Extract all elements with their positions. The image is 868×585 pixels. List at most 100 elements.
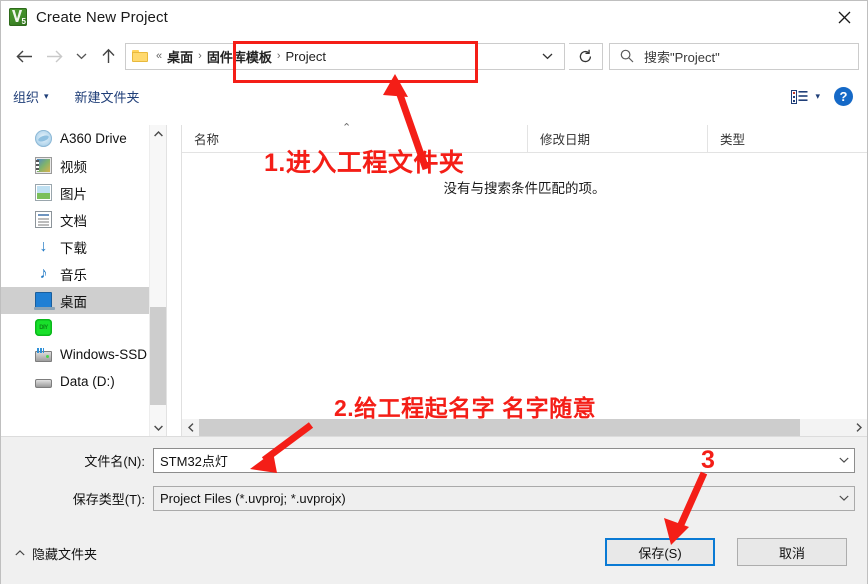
diy-green-drive-icon <box>35 319 52 336</box>
search-input[interactable]: 搜索"Project" <box>609 42 859 70</box>
hide-folders-label: 隐藏文件夹 <box>32 547 98 562</box>
scroll-down-arrow-icon[interactable] <box>150 419 166 436</box>
sidebar-item-label: A360 Drive <box>60 131 127 146</box>
sidebar-scrollbar-thumb[interactable] <box>150 307 166 405</box>
sort-ascending-icon: ⌃ <box>342 121 352 134</box>
chevron-up-icon <box>15 548 25 559</box>
column-header-row: 名称 ⌃ 修改日期 类型 <box>182 122 867 153</box>
create-new-project-dialog: Create New Project « 桌面 › 固件库模板 › P <box>0 0 868 584</box>
help-button[interactable]: ? <box>834 87 853 106</box>
scroll-up-arrow-icon[interactable] <box>150 125 166 142</box>
hscroll-right-arrow-icon[interactable] <box>850 419 867 436</box>
hscroll-left-arrow-icon[interactable] <box>182 419 199 436</box>
sidebar-item-data-d[interactable]: Data (D:) <box>1 368 165 395</box>
search-icon <box>620 49 634 63</box>
up-arrow-icon[interactable] <box>93 41 123 71</box>
column-header-type[interactable]: 类型 <box>707 124 847 153</box>
hard-drive-icon <box>35 379 52 388</box>
navigation-bar: « 桌面 › 固件库模板 › Project 搜索"Project" <box>1 33 867 79</box>
command-toolbar: 组织 ▾ 新建文件夹 ▾ ? <box>1 79 867 114</box>
videos-icon <box>35 157 52 174</box>
sidebar-item-label: 图片 <box>60 186 87 202</box>
file-save-form: 文件名(N): STM32点灯 保存类型(T): Project Files (… <box>1 436 867 527</box>
sidebar-item-pictures[interactable]: 图片 <box>1 179 165 206</box>
address-bar-right <box>532 44 562 69</box>
address-dropdown-chevron-icon[interactable] <box>532 44 562 69</box>
sidebar-vertical-scrollbar[interactable] <box>149 125 166 436</box>
sidebar-item-label: 视频 <box>60 159 87 175</box>
sidebar-item-label: 桌面 <box>60 294 87 310</box>
sidebar-item-windows-ssd[interactable]: Windows-SSD <box>1 341 165 368</box>
organize-button[interactable]: 组织 ▾ <box>13 87 49 106</box>
sidebar-item-label: 文档 <box>60 213 87 229</box>
column-header-date-label: 修改日期 <box>540 133 591 147</box>
address-bar-wrapper: « 桌面 › 固件库模板 › Project <box>125 42 565 70</box>
hscroll-track[interactable] <box>800 419 850 436</box>
keil-uvision5-icon <box>9 8 27 26</box>
breadcrumb-separator-1[interactable]: › <box>196 50 204 62</box>
sidebar-item-downloads[interactable]: ↓ 下载 <box>1 233 165 260</box>
column-header-name[interactable]: 名称 ⌃ <box>182 122 527 153</box>
documents-icon <box>35 211 52 228</box>
sidebar-splitter[interactable] <box>166 125 181 436</box>
hscroll-thumb[interactable] <box>199 419 800 436</box>
sidebar-item-a360-drive[interactable]: A360 Drive <box>1 125 165 152</box>
sidebar-item-diy-drive[interactable] <box>1 314 165 341</box>
address-overflow[interactable]: « <box>154 50 164 62</box>
view-layout-icon <box>791 89 808 104</box>
savetype-value: Project Files (*.uvproj; *.uvprojx) <box>160 490 346 506</box>
a360-drive-icon <box>35 130 52 147</box>
window-title: Create New Project <box>36 8 168 26</box>
toolbar-right-group: ▾ ? <box>791 87 855 106</box>
view-layout-button[interactable]: ▾ <box>791 89 820 104</box>
file-list-pane: 名称 ⌃ 修改日期 类型 没有与搜索条件匹配的项。 <box>181 122 867 436</box>
chevron-down-icon: ▾ <box>44 91 49 101</box>
sidebar-item-label: 下载 <box>60 240 87 256</box>
back-arrow-icon[interactable] <box>9 41 39 71</box>
savetype-label: 保存类型(T): <box>72 491 145 507</box>
folder-icon <box>132 49 149 63</box>
sidebar-item-desktop[interactable]: 桌面 <box>1 287 165 314</box>
filename-label: 文件名(N): <box>84 453 145 469</box>
savetype-combobox[interactable]: Project Files (*.uvproj; *.uvprojx) <box>153 485 855 511</box>
desktop-icon <box>34 292 55 310</box>
file-list-horizontal-scrollbar[interactable] <box>182 419 867 436</box>
filename-chevron-down-icon[interactable] <box>834 457 854 463</box>
downloads-icon: ↓ <box>39 238 48 255</box>
breadcrumb-separator-2[interactable]: › <box>275 50 283 62</box>
column-header-type-label: 类型 <box>720 133 746 147</box>
savetype-chevron-down-icon[interactable] <box>834 495 854 501</box>
sidebar-item-label: 音乐 <box>60 267 87 283</box>
filename-value[interactable]: STM32点灯 <box>154 451 834 470</box>
new-folder-button[interactable]: 新建文件夹 <box>75 87 140 106</box>
forward-arrow-icon <box>39 41 69 71</box>
recent-locations-chevron-icon[interactable] <box>69 41 93 71</box>
breadcrumb-desktop[interactable]: 桌面 <box>164 47 196 66</box>
refresh-icon[interactable] <box>569 42 603 70</box>
sidebar-item-videos[interactable]: 视频 <box>1 152 165 179</box>
savetype-row: 保存类型(T): Project Files (*.uvproj; *.uvpr… <box>1 485 867 511</box>
title-bar: Create New Project <box>1 1 867 33</box>
main-content: A360 Drive 视频 图片 文档 ↓ 下载 ♪ 音乐 桌面 DIY Win… <box>1 122 867 436</box>
sidebar-list: A360 Drive 视频 图片 文档 ↓ 下载 ♪ 音乐 桌面 DIY Win… <box>1 125 165 395</box>
music-icon: ♪ <box>39 265 48 282</box>
breadcrumb-project[interactable]: Project <box>283 49 329 64</box>
filename-combobox[interactable]: STM32点灯 <box>153 447 855 473</box>
sidebar-item-music[interactable]: ♪ 音乐 <box>1 260 165 287</box>
address-bar[interactable]: « 桌面 › 固件库模板 › Project <box>125 42 565 70</box>
sidebar-item-label: Data (D:) <box>60 374 115 389</box>
organize-label: 组织 <box>13 90 40 105</box>
new-folder-label: 新建文件夹 <box>74 90 140 105</box>
cancel-button[interactable]: 取消 <box>737 538 847 566</box>
hide-folders-toggle[interactable]: 隐藏文件夹 <box>15 544 97 563</box>
navigation-sidebar: A360 Drive 视频 图片 文档 ↓ 下载 ♪ 音乐 桌面 DIY Win… <box>1 125 181 436</box>
close-icon[interactable] <box>821 1 867 33</box>
view-chevron-down-icon[interactable]: ▾ <box>815 91 820 102</box>
column-header-name-label: 名称 <box>194 133 220 147</box>
dialog-footer: 隐藏文件夹 保存(S) 取消 <box>1 526 867 584</box>
breadcrumb-firmware-template[interactable]: 固件库模板 <box>204 47 275 66</box>
sidebar-item-documents[interactable]: 文档 <box>1 206 165 233</box>
ssd-drive-icon <box>35 347 52 362</box>
save-button[interactable]: 保存(S) <box>605 538 715 566</box>
column-header-date[interactable]: 修改日期 <box>527 124 707 153</box>
